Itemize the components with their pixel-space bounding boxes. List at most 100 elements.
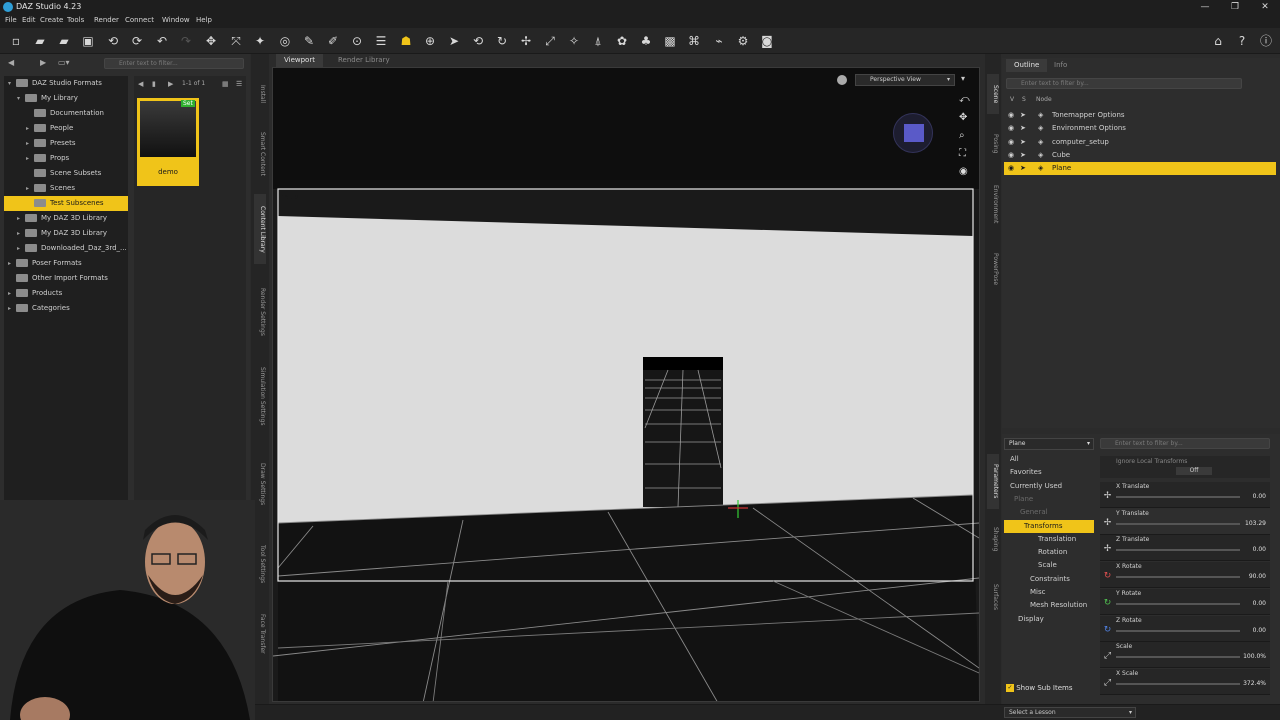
param-value[interactable]: 0.00 xyxy=(1253,600,1266,607)
select-arrow-icon[interactable]: ➤ xyxy=(1020,149,1026,162)
close-icon[interactable]: ✕ xyxy=(1250,0,1280,14)
param-slider[interactable]: ⤢ X Scale 372.4% xyxy=(1100,668,1270,695)
expand-arrow-icon[interactable]: ▸ xyxy=(17,211,25,226)
menu-file[interactable]: File xyxy=(5,16,17,24)
select-arrow-icon[interactable]: ➤ xyxy=(1020,162,1026,175)
tab-render-library[interactable]: Render Library xyxy=(330,54,398,67)
ignore-local-toggle[interactable]: Off xyxy=(1176,467,1212,475)
select-arrow-icon[interactable]: ➤ xyxy=(1020,109,1026,122)
tab-shaping[interactable]: Shaping xyxy=(987,519,999,559)
tab-content-library[interactable]: Content Library xyxy=(254,194,266,264)
target-icon[interactable]: ⊕ xyxy=(422,33,438,49)
param-value[interactable]: 0.00 xyxy=(1253,493,1266,500)
param-track[interactable] xyxy=(1116,496,1240,498)
photo-icon[interactable]: ◙ xyxy=(759,33,775,49)
param-value[interactable]: 103.29 xyxy=(1245,520,1266,527)
param-category[interactable]: Favorites xyxy=(1004,466,1094,479)
outline-node[interactable]: ◉ ➤ ◈ computer_setup xyxy=(1004,136,1276,149)
merge-icon[interactable]: ▰ xyxy=(56,33,72,49)
viewport-menu-icon[interactable]: ▾ xyxy=(961,74,965,83)
param-track[interactable] xyxy=(1116,682,1240,685)
param-slider[interactable]: ✢ Y Translate 103.29 xyxy=(1100,508,1270,535)
tree-item[interactable]: ▸ Products xyxy=(4,286,128,301)
param-track[interactable] xyxy=(1116,522,1240,525)
zoom-icon[interactable]: ⌕ xyxy=(959,130,965,141)
universal-tool-icon[interactable]: ✥ xyxy=(203,33,219,49)
show-sub-items-checkbox[interactable]: ✓ Show Sub Items xyxy=(1006,684,1072,692)
tab-environment[interactable]: Environment xyxy=(987,174,999,234)
tree-item[interactable]: ▸ People xyxy=(4,121,128,136)
shading-sphere-icon[interactable] xyxy=(837,75,847,85)
info-icon[interactable]: ⓘ xyxy=(1258,33,1274,49)
save-icon[interactable]: ▣ xyxy=(80,33,96,49)
render-settings-icon[interactable]: ⌘ xyxy=(686,33,702,49)
param-category[interactable]: General xyxy=(1004,506,1094,519)
expand-arrow-icon[interactable]: ▸ xyxy=(26,136,34,151)
menu-render[interactable]: Render xyxy=(94,16,119,24)
geometry-editor-icon[interactable]: ✎ xyxy=(301,33,317,49)
open-icon[interactable]: ▰ xyxy=(32,33,48,49)
list-view-icon[interactable]: ☰ xyxy=(236,80,242,88)
expand-arrow-icon[interactable]: ▸ xyxy=(17,241,25,256)
tab-simulation-settings[interactable]: Simulation Settings xyxy=(254,359,266,434)
expand-arrow-icon[interactable]: ▸ xyxy=(8,286,16,301)
tape-icon[interactable]: ✧ xyxy=(566,33,582,49)
menu-create[interactable]: Create xyxy=(40,16,63,24)
param-slider[interactable]: ↻ Y Rotate 0.00 xyxy=(1100,588,1270,615)
asset-tile-demo[interactable]: Set demo xyxy=(137,98,199,186)
outline-node[interactable]: ◉ ➤ ◈ Environment Options xyxy=(1004,122,1276,135)
eye-icon[interactable]: ◉ xyxy=(1008,122,1014,135)
forward-arrow-icon[interactable]: ▶ xyxy=(40,58,46,67)
undo-icon[interactable]: ↶ xyxy=(154,33,170,49)
param-value[interactable]: 0.00 xyxy=(1253,546,1266,553)
joint-editor-icon[interactable]: ⤧ xyxy=(228,33,244,49)
pan-icon[interactable]: ✥ xyxy=(959,112,967,123)
param-slider[interactable]: ⤢ Scale 100.0% xyxy=(1100,642,1270,669)
tree-item[interactable]: ▸ Poser Formats xyxy=(4,256,128,271)
surface-tool-icon[interactable]: ♣ xyxy=(638,33,654,49)
view-cube-icon[interactable] xyxy=(893,113,933,153)
tab-draw-settings[interactable]: Draw Settings xyxy=(254,454,266,514)
param-value[interactable]: 100.0% xyxy=(1243,653,1266,660)
tree-item[interactable]: ▸ Presets xyxy=(4,136,128,151)
spot-render-icon[interactable]: ✿ xyxy=(614,33,630,49)
param-track[interactable] xyxy=(1116,549,1240,552)
tab-face-transfer[interactable]: Face Transfer xyxy=(254,604,266,664)
redo-icon[interactable]: ↷ xyxy=(178,33,194,49)
tree-item[interactable]: ▾ DAZ Studio Formats xyxy=(4,76,128,91)
redo-scene-icon[interactable]: ⟳ xyxy=(129,33,145,49)
param-category[interactable]: Display xyxy=(1004,613,1094,626)
page-first-icon[interactable]: ▮ xyxy=(152,80,156,88)
menu-tools[interactable]: Tools xyxy=(67,16,84,24)
rotate-pose-icon[interactable]: ⟲ xyxy=(470,33,486,49)
select-arrow-icon[interactable]: ➤ xyxy=(1020,122,1026,135)
tree-item[interactable]: Other Import Formats xyxy=(4,271,128,286)
menu-help[interactable]: Help xyxy=(196,16,212,24)
tab-smart-content[interactable]: Smart Content xyxy=(254,124,266,184)
tree-item[interactable]: ▸ Props xyxy=(4,151,128,166)
outline-node[interactable]: ◉ ➤ ◈ Tonemapper Options xyxy=(1004,109,1276,122)
expand-arrow-icon[interactable]: ▸ xyxy=(26,181,34,196)
param-track[interactable] xyxy=(1116,656,1240,659)
tree-item[interactable]: ▸ Categories xyxy=(4,301,128,316)
expand-arrow-icon[interactable]: ▾ xyxy=(8,76,16,91)
brush-icon[interactable]: ✐ xyxy=(325,33,341,49)
expand-arrow-icon[interactable]: ▸ xyxy=(8,256,16,271)
eye-icon[interactable]: ◉ xyxy=(1008,149,1014,162)
menu-window[interactable]: Window xyxy=(162,16,190,24)
outline-node[interactable]: ◉ ➤ ◈ Plane xyxy=(1004,162,1276,176)
param-category[interactable]: Plane xyxy=(1004,493,1094,506)
node-weight-icon[interactable]: ✦ xyxy=(252,33,268,49)
content-search-input[interactable]: Enter text to filter... xyxy=(104,58,244,69)
menu-edit[interactable]: Edit xyxy=(22,16,36,24)
align-icon[interactable]: ⊙ xyxy=(349,33,365,49)
camera-select[interactable]: Perspective View ▾ xyxy=(855,74,955,86)
new-icon[interactable]: ▫ xyxy=(8,33,24,49)
lesson-select[interactable]: Select a Lesson ▾ xyxy=(1004,707,1136,718)
outline-search-input[interactable]: Enter text to filter by... xyxy=(1006,78,1242,89)
active-pose-icon[interactable]: ☰ xyxy=(373,33,389,49)
home-icon[interactable]: ⌂ xyxy=(1210,33,1226,49)
param-value[interactable]: 90.00 xyxy=(1249,573,1266,580)
tab-install[interactable]: Install xyxy=(254,74,266,114)
tree-item[interactable]: ▸ My DAZ 3D Library xyxy=(4,226,128,241)
